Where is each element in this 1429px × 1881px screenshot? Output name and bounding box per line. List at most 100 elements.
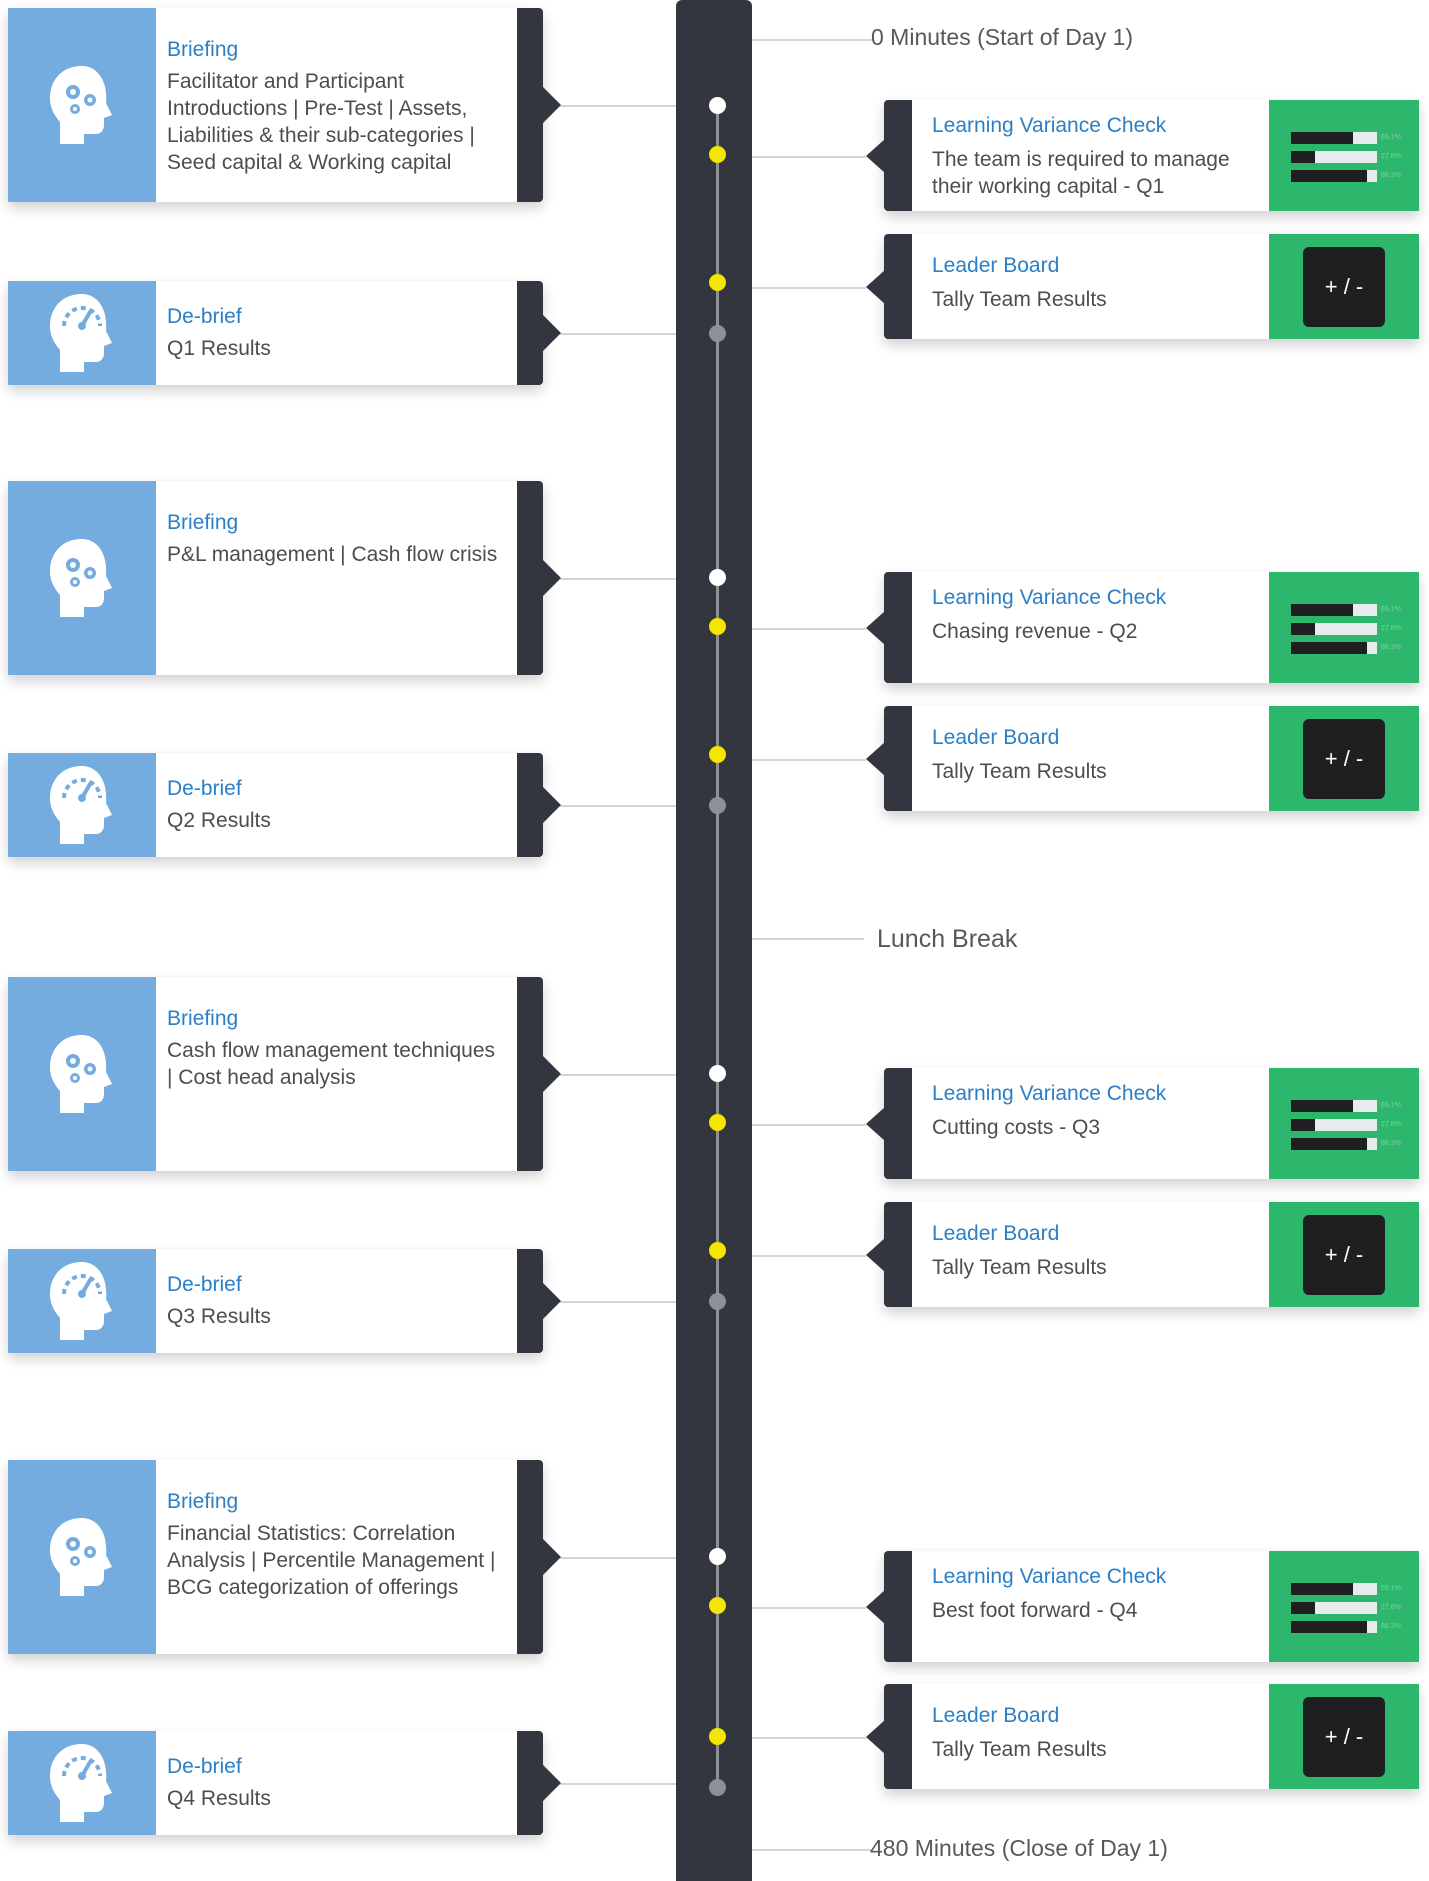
timeline-dot-yellow — [709, 146, 726, 163]
variance-chart-panel: 69.1% 27.6% 88.3% — [1269, 100, 1419, 211]
briefing-card-3: Briefing Cash flow management techniques… — [8, 977, 561, 1171]
mini-bar-row: 88.3% — [1291, 1621, 1401, 1633]
mini-bar-label: 88.3% — [1381, 1623, 1401, 1630]
leader-board-card-1: Leader Board Tally Team Results + / - — [866, 234, 1419, 339]
learning-variance-card-1: Learning Variance Check The team is requ… — [866, 100, 1419, 211]
break-connector — [752, 938, 864, 940]
card-side-bar — [884, 1551, 912, 1662]
card-side-bar — [517, 1731, 543, 1835]
pointer-arrow — [866, 269, 885, 304]
learning-variance-connector — [752, 1123, 866, 1126]
mini-bar-track — [1291, 1138, 1377, 1150]
leader-board-panel: + / - — [1269, 1684, 1419, 1789]
mini-bar-track — [1291, 132, 1377, 144]
mini-bar-label: 69.1% — [1381, 1102, 1401, 1109]
debrief-connector — [560, 333, 676, 335]
pointer-arrow — [866, 1237, 885, 1272]
debrief-icon-panel — [8, 281, 156, 385]
pointer-arrow — [542, 786, 561, 824]
leader-board-description: Tally Team Results — [932, 760, 1107, 783]
mini-bar-chart: 69.1% 27.6% 88.3% — [1291, 132, 1401, 189]
briefing-description: P&L management | Cash flow crisis — [167, 543, 498, 566]
timeline-dot-white — [709, 97, 726, 114]
variance-chart-panel: 69.1% 27.6% 88.3% — [1269, 1551, 1419, 1662]
gears-head-icon — [50, 1035, 112, 1113]
start-label: 0 Minutes (Start of Day 1) — [871, 24, 1134, 50]
timeline-dot-white — [709, 1548, 726, 1565]
gauge-head-icon — [50, 1744, 112, 1822]
mini-bar-track — [1291, 1621, 1377, 1633]
debrief-icon-panel — [8, 1249, 156, 1353]
timeline-dot-grey — [709, 1293, 726, 1310]
mini-bar-chart: 69.1% 27.6% 88.3% — [1291, 1100, 1401, 1157]
learning-variance-description: Cutting costs - Q3 — [932, 1116, 1101, 1139]
mini-bar-fill — [1291, 1100, 1353, 1112]
pointer-arrow — [542, 86, 561, 124]
briefing-description: Cash flow management techniques | Cost h… — [167, 1039, 496, 1089]
debrief-icon-panel — [8, 1731, 156, 1835]
timeline-dot-white — [709, 1065, 726, 1082]
pointer-arrow — [542, 1055, 561, 1093]
mini-bar-track — [1291, 170, 1377, 182]
leader-board-connector — [752, 286, 866, 289]
gauge-head-icon — [50, 766, 112, 844]
briefing-icon-panel — [8, 1460, 156, 1654]
plus-minus-button[interactable]: + / - — [1303, 1696, 1385, 1777]
timeline-dot-grey — [709, 325, 726, 342]
mini-bar-row: 27.6% — [1291, 151, 1401, 163]
mini-bar-fill — [1291, 1621, 1367, 1633]
learning-variance-description: Chasing revenue - Q2 — [932, 620, 1138, 643]
card-side-bar — [884, 706, 912, 811]
plus-minus-button[interactable]: + / - — [1303, 246, 1385, 327]
debrief-card-4: De-brief Q4 Results — [8, 1731, 561, 1835]
mini-bar-track — [1291, 623, 1377, 635]
card-side-bar — [517, 1460, 543, 1654]
mini-bar-label: 88.3% — [1381, 1140, 1401, 1147]
timeline-dot-yellow — [709, 1114, 726, 1131]
debrief-connector — [560, 1783, 676, 1785]
pointer-arrow — [542, 1538, 561, 1576]
debrief-title: De-brief — [167, 1755, 242, 1778]
card-side-bar — [884, 234, 912, 339]
debrief-connector — [560, 805, 676, 807]
leader-board-connector — [752, 758, 866, 761]
pointer-arrow — [542, 1764, 561, 1802]
leader-board-card-4: Leader Board Tally Team Results + / - — [866, 1684, 1419, 1789]
debrief-title: De-brief — [167, 1273, 242, 1296]
timeline-dot-grey — [709, 797, 726, 814]
plus-minus-button[interactable]: + / - — [1303, 718, 1385, 799]
mini-bar-row: 27.6% — [1291, 1602, 1401, 1614]
gears-head-icon — [50, 66, 112, 144]
leader-board-panel: + / - — [1269, 706, 1419, 811]
plus-minus-button[interactable]: + / - — [1303, 1214, 1385, 1295]
lunch-break-label: Lunch Break — [877, 925, 1018, 953]
pointer-arrow — [866, 1719, 885, 1754]
leader-board-description: Tally Team Results — [932, 288, 1107, 311]
mini-bar-row: 69.1% — [1291, 1583, 1401, 1595]
learning-variance-card-3: Learning Variance Check Cutting costs - … — [866, 1068, 1419, 1179]
pointer-arrow — [866, 1589, 885, 1624]
mini-bar-fill — [1291, 132, 1353, 144]
debrief-card-3: De-brief Q3 Results — [8, 1249, 561, 1353]
mini-bar-fill — [1291, 642, 1367, 654]
briefing-connector — [560, 1557, 676, 1559]
learning-variance-title: Learning Variance Check — [932, 586, 1167, 609]
mini-bar-fill — [1291, 604, 1353, 616]
leader-board-panel: + / - — [1269, 234, 1419, 339]
learning-variance-connector — [752, 155, 866, 158]
card-side-bar — [517, 977, 543, 1171]
debrief-description: Q2 Results — [167, 809, 271, 832]
debrief-connector — [560, 1301, 676, 1303]
end-label: 480 Minutes (Close of Day 1) — [870, 1835, 1168, 1861]
debrief-title: De-brief — [167, 305, 242, 328]
briefing-connector — [560, 1074, 676, 1076]
card-side-bar — [517, 481, 543, 675]
briefing-connector — [560, 578, 676, 580]
learning-variance-title: Learning Variance Check — [932, 114, 1167, 137]
mini-bar-fill — [1291, 1119, 1315, 1131]
learning-variance-description: The team is required to manage their wor… — [932, 148, 1230, 198]
leader-board-card-3: Leader Board Tally Team Results + / - — [866, 1202, 1419, 1307]
mini-bar-row: 69.1% — [1291, 132, 1401, 144]
mini-bar-label: 69.1% — [1381, 1585, 1401, 1592]
variance-chart-panel: 69.1% 27.6% 88.3% — [1269, 572, 1419, 683]
